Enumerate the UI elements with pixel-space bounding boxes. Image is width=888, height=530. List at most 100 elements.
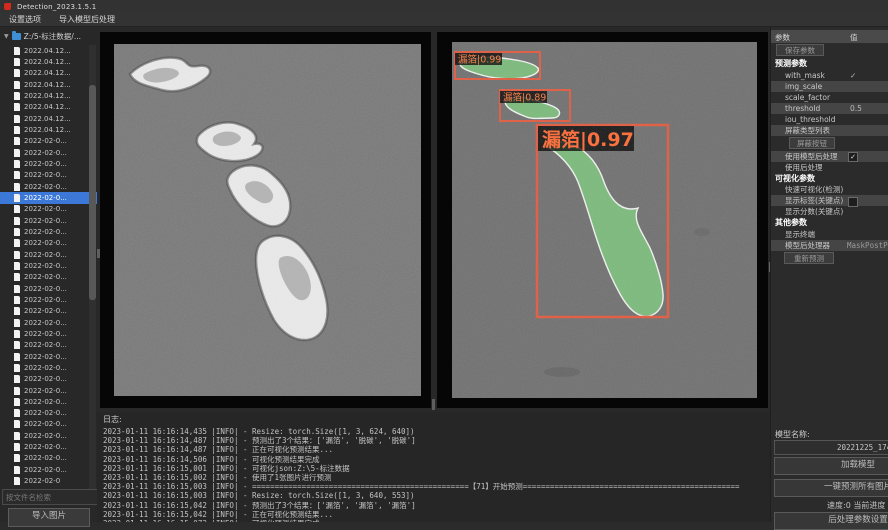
tree-root-folder[interactable]: ▼ Z:/5-标注数据/... xyxy=(0,30,97,42)
param-button-row: 重新预测 xyxy=(771,251,888,266)
file-icon xyxy=(14,194,20,202)
prediction-image-panel[interactable]: 漏箔|0.99 漏箔|0.89 漏箔|0.97 xyxy=(437,32,768,408)
tree-item[interactable]: 2022-02-0... xyxy=(0,192,97,203)
tree-item[interactable]: 2022-02-0... xyxy=(0,306,97,317)
search-input[interactable] xyxy=(2,489,99,505)
tree-item-label: 2022-02-0... xyxy=(24,375,67,383)
param-row[interactable]: img_scale xyxy=(771,81,888,92)
tree-item[interactable]: 2022-02-0... xyxy=(0,340,97,351)
file-icon xyxy=(14,285,20,293)
checkbox-unchecked[interactable] xyxy=(848,197,858,207)
menu-item-import-postprocess[interactable]: 导入模型后处理 xyxy=(50,13,124,26)
tree-item-label: 2022.04.12... xyxy=(24,126,71,134)
tree-item[interactable]: 2022-02-0... xyxy=(0,147,97,158)
tree-item[interactable]: 2022-02-0... xyxy=(0,226,97,237)
tree-item[interactable]: 2022-02-0... xyxy=(0,260,97,271)
log-line: 2023-01-11 16:16:15,042 |INFO| - 正在可视化预测… xyxy=(103,510,770,519)
param-row[interactable]: scale_factor xyxy=(771,92,888,103)
log-lines: 2023-01-11 16:16:14,435 |INFO| - Resize:… xyxy=(103,427,770,522)
param-label: 显示分数(关键点) xyxy=(785,206,843,217)
param-row[interactable]: 快速可视化(检测) xyxy=(771,184,888,195)
tree-item-label: 2022-02-0... xyxy=(24,420,67,428)
param-label: iou_threshold xyxy=(785,114,836,125)
param-row[interactable]: with_mask✓ xyxy=(771,70,888,81)
splitter-handle-bottom[interactable] xyxy=(432,399,435,410)
import-images-button[interactable]: 导入图片 xyxy=(8,508,90,527)
tree-item[interactable]: 2022-02-0... xyxy=(0,374,97,385)
tree-item[interactable]: 2022.04.12... xyxy=(0,113,97,124)
tree-item[interactable]: 2022-02-0... xyxy=(0,158,97,169)
tree-item[interactable]: 2022-02-0... xyxy=(0,136,97,147)
tree-scrollbar[interactable] xyxy=(89,45,96,489)
prediction-image[interactable]: 漏箔|0.99 漏箔|0.89 漏箔|0.97 xyxy=(452,42,757,398)
folder-icon xyxy=(12,33,21,40)
tree-item[interactable]: 2022-02-0... xyxy=(0,441,97,452)
tree-item[interactable]: 2022.04.12... xyxy=(0,79,97,90)
tree-item[interactable]: 2022-02-0... xyxy=(0,215,97,226)
param-row[interactable]: iou_threshold xyxy=(771,114,888,125)
tree-item[interactable]: 2022.04.12... xyxy=(0,45,97,56)
source-image[interactable] xyxy=(114,44,421,396)
tree-item[interactable]: 2022-02-0... xyxy=(0,294,97,305)
log-line: 2023-01-11 16:16:15,003 |INFO| - =======… xyxy=(103,482,770,491)
postprocess-settings-button[interactable]: 后处理参数设置 xyxy=(774,512,888,530)
tree-item[interactable]: 2022-02-0... xyxy=(0,408,97,419)
tree-item[interactable]: 2022.04.12... xyxy=(0,68,97,79)
param-button-row: 屏蔽按钮 xyxy=(771,136,888,151)
splitter-handle-left[interactable] xyxy=(97,249,100,258)
tree-item[interactable]: 2022-02-0... xyxy=(0,181,97,192)
params-col-value: 值 xyxy=(850,32,858,43)
param-button-mask[interactable]: 屏蔽按钮 xyxy=(789,137,835,149)
tree-item-label: 2022-02-0... xyxy=(24,273,67,281)
tree-item[interactable]: 2022.04.12... xyxy=(0,124,97,135)
log-panel[interactable]: 日志: 2023-01-11 16:16:14,435 |INFO| - Res… xyxy=(97,412,770,522)
load-model-button[interactable]: 加载模型 xyxy=(774,457,888,475)
tree-item[interactable]: 2022-02-0... xyxy=(0,283,97,294)
param-row[interactable]: 使用模型后处理✓ xyxy=(771,151,888,162)
file-icon xyxy=(14,262,20,270)
tree-item[interactable]: 2022-02-0... xyxy=(0,328,97,339)
tree-item[interactable]: 2022-02-0... xyxy=(0,249,97,260)
tree-item[interactable]: 2022.04.12... xyxy=(0,90,97,101)
tree-item[interactable]: 2022-02-0... xyxy=(0,385,97,396)
tree-scrollbar-thumb[interactable] xyxy=(89,85,96,300)
save-params-button[interactable]: 保存参数 xyxy=(776,44,824,56)
checkbox-checked[interactable]: ✓ xyxy=(848,152,858,162)
param-row[interactable]: 显示标签(关键点) xyxy=(771,195,888,206)
tree-item[interactable]: 2022-02-0... xyxy=(0,317,97,328)
tree-item[interactable]: 2022-02-0... xyxy=(0,272,97,283)
param-section-header: 其他参数 xyxy=(771,217,888,229)
params-table: 预测参数with_mask✓img_scalescale_factorthres… xyxy=(771,58,888,266)
predict-all-button[interactable]: 一键预测所有图片 xyxy=(774,479,888,497)
tree-item[interactable]: 2022-02-0... xyxy=(0,351,97,362)
tree-item[interactable]: 2022-02-0... xyxy=(0,430,97,441)
tree-item[interactable]: 2022-02-0... xyxy=(0,464,97,475)
file-tree-list[interactable]: 2022.04.12...2022.04.12...2022.04.12...2… xyxy=(0,45,97,489)
tree-item[interactable]: 2022.04.12... xyxy=(0,102,97,113)
tree-item-label: 2022.04.12... xyxy=(24,115,71,123)
log-title: 日志: xyxy=(103,414,770,425)
tree-item[interactable]: 2022-02-0... xyxy=(0,204,97,215)
param-value: 0.5 xyxy=(850,103,862,114)
tree-item[interactable]: 2022-02-0... xyxy=(0,419,97,430)
param-row[interactable]: 模型后处理器MaskPostProc xyxy=(771,240,888,251)
param-button-repredict[interactable]: 重新预测 xyxy=(784,252,834,264)
param-row[interactable]: 显示终端 xyxy=(771,229,888,240)
param-row[interactable]: 显示分数(关键点) xyxy=(771,206,888,217)
file-icon xyxy=(14,273,20,281)
tree-item[interactable]: 2022-02-0... xyxy=(0,238,97,249)
caret-down-icon[interactable]: ▼ xyxy=(4,33,9,40)
tree-item[interactable]: 2022-02-0... xyxy=(0,170,97,181)
model-name-field[interactable]: 20221225_174813 xyxy=(774,440,888,455)
tree-item[interactable]: 2022.04.12... xyxy=(0,56,97,67)
tree-item[interactable]: 2022-02-0... xyxy=(0,453,97,464)
tree-item[interactable]: 2022-02-0... xyxy=(0,396,97,407)
tree-item[interactable]: 2022-02-0 xyxy=(0,475,97,486)
log-line: 2023-01-11 16:16:14,487 |INFO| - 预测出了3个结… xyxy=(103,436,770,445)
param-row[interactable]: 屏蔽类型列表 xyxy=(771,125,888,136)
param-row[interactable]: threshold0.5 xyxy=(771,103,888,114)
source-image-panel[interactable] xyxy=(100,32,431,408)
param-row[interactable]: 使用后处理 xyxy=(771,162,888,173)
tree-item[interactable]: 2022-02-0... xyxy=(0,362,97,373)
menu-item-settings[interactable]: 设置选项 xyxy=(0,13,50,26)
